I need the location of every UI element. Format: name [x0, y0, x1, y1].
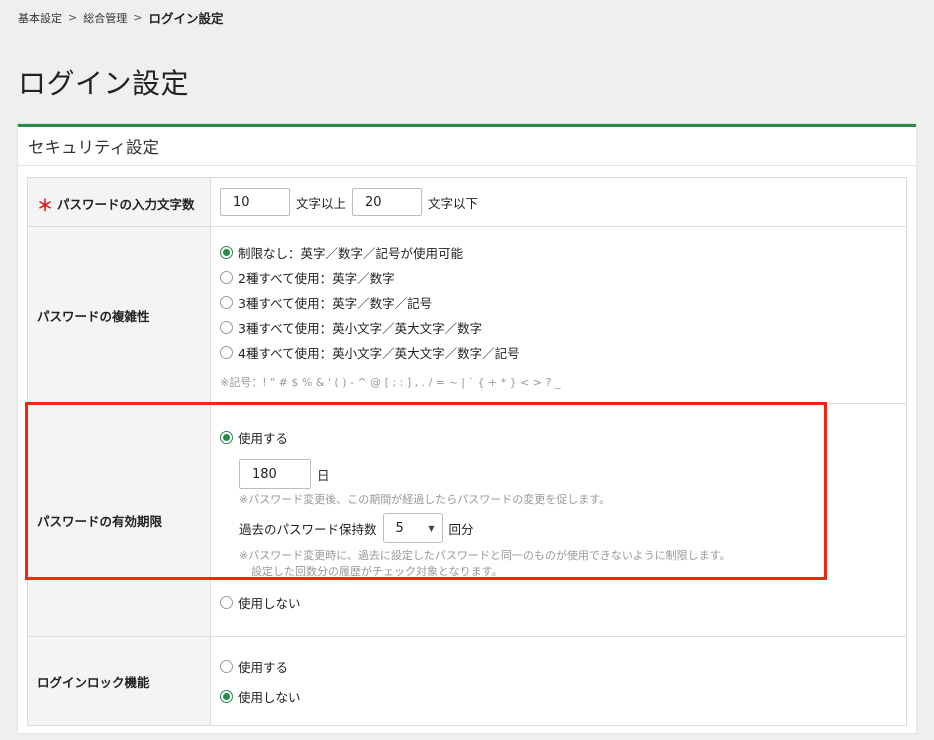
expiration-days-input[interactable]	[239, 459, 311, 489]
breadcrumb-separator: >	[68, 11, 78, 24]
password-length-label: パスワードの入力文字数	[57, 197, 195, 212]
expiration-not-use-option[interactable]: 使用しない	[220, 590, 905, 615]
history-count-unit: 回分	[448, 521, 474, 537]
radio-unchecked-icon[interactable]	[220, 320, 233, 334]
page-title: ログイン設定	[18, 67, 190, 100]
history-count-label: 過去のパスワード保持数	[239, 521, 377, 537]
password-expiration-label: パスワードの有効期限	[27, 403, 211, 637]
radio-checked-icon[interactable]	[220, 689, 233, 703]
min-length-input[interactable]	[220, 188, 290, 216]
radio-checked-icon[interactable]	[220, 245, 233, 259]
expiration-use-label: 使用する	[238, 431, 289, 446]
history-note-1: ※パスワード変更時に、過去に設定したパスワードと同一のものが使用できないように制…	[239, 549, 731, 562]
breadcrumb-separator: >	[133, 11, 143, 24]
password-length-value-cell: 文字以上 文字以下	[210, 177, 907, 227]
radio-checked-icon[interactable]	[220, 431, 233, 444]
settings-table: ＊パスワードの入力文字数 文字以上 文字以下 パスワードの複雑性 制限なし：英字…	[27, 177, 907, 726]
required-mark: ＊	[37, 196, 54, 215]
password-complexity-label: パスワードの複雑性	[27, 226, 211, 404]
login-lock-use-option[interactable]: 使用する	[220, 651, 905, 681]
breadcrumb: 基本設定 > 総合管理 > ログイン設定	[18, 8, 223, 27]
max-length-input[interactable]	[352, 188, 423, 216]
login-lock-not-use-option[interactable]: 使用しない	[220, 681, 905, 711]
login-lock-value-cell: 使用する 使用しない	[210, 636, 907, 726]
complexity-option-4types[interactable]: 4種すべて使用：英小文字／英大文字／数字／記号	[220, 340, 905, 365]
expiration-not-use-label: 使用しない	[238, 596, 301, 611]
radio-unchecked-icon[interactable]	[220, 659, 233, 673]
min-length-suffix: 文字以上	[296, 195, 347, 211]
breadcrumb-item-general-management[interactable]: 総合管理	[83, 10, 127, 26]
history-count-select[interactable]: 5 ▼	[382, 513, 443, 543]
password-complexity-row: パスワードの複雑性 制限なし：英字／数字／記号が使用可能 2種すべて使用：英字／…	[27, 226, 907, 404]
history-count-value: 5	[395, 520, 404, 536]
expiration-use-option[interactable]: 使用する	[220, 425, 905, 450]
radio-unchecked-icon[interactable]	[220, 295, 233, 309]
symbol-note: ※記号：! " # $ % & ' ( ) - ^ @ [ ; : ] , . …	[220, 375, 561, 389]
complexity-option-label: 2種すべて使用：英字／数字	[238, 270, 395, 286]
radio-unchecked-icon[interactable]	[220, 345, 233, 359]
complexity-option-label: 4種すべて使用：英小文字／英大文字／数字／記号	[238, 345, 520, 361]
expiration-days-note: ※パスワード変更後、この期間が経過したらパスワードの変更を促します。	[239, 493, 611, 506]
complexity-option-none[interactable]: 制限なし：英字／数字／記号が使用可能	[220, 240, 905, 265]
breadcrumb-current: ログイン設定	[148, 11, 224, 26]
password-expiration-value-cell: 使用する 日 ※パスワード変更後、この期間が経過したらパスワードの変更を促します…	[210, 403, 907, 637]
panel-title: セキュリティ設定	[18, 127, 916, 166]
complexity-option-label: 3種すべて使用：英小文字／英大文字／数字	[238, 320, 483, 336]
breadcrumb-item-basic-settings[interactable]: 基本設定	[18, 10, 62, 26]
password-length-label-cell: ＊パスワードの入力文字数	[27, 177, 211, 227]
password-length-row: ＊パスワードの入力文字数 文字以上 文字以下	[27, 177, 907, 227]
login-lock-label: ログインロック機能	[27, 636, 211, 726]
password-expiration-row: パスワードの有効期限 使用する 日 ※パスワード変更後、この期間が経過したらパス…	[27, 403, 907, 637]
dropdown-caret-icon: ▼	[428, 523, 435, 533]
password-complexity-value-cell: 制限なし：英字／数字／記号が使用可能 2種すべて使用：英字／数字 3種すべて使用…	[210, 226, 907, 404]
complexity-option-3types-case[interactable]: 3種すべて使用：英小文字／英大文字／数字	[220, 315, 905, 340]
login-lock-use-label: 使用する	[238, 659, 289, 675]
expiration-days-unit: 日	[317, 467, 330, 483]
complexity-option-3types-symbol[interactable]: 3種すべて使用：英字／数字／記号	[220, 290, 905, 315]
complexity-option-label: 3種すべて使用：英字／数字／記号	[238, 295, 433, 311]
complexity-option-label: 制限なし：英字／数字／記号が使用可能	[238, 245, 464, 261]
radio-unchecked-icon[interactable]	[220, 270, 233, 284]
login-lock-not-use-label: 使用しない	[238, 689, 301, 705]
history-note-2: 設定した回数分の履歴がチェック対象となります。	[251, 565, 503, 578]
max-length-suffix: 文字以下	[428, 195, 479, 211]
complexity-option-2types[interactable]: 2種すべて使用：英字／数字	[220, 265, 905, 290]
radio-unchecked-icon[interactable]	[220, 596, 233, 609]
login-lock-row: ログインロック機能 使用する 使用しない	[27, 636, 907, 726]
security-settings-panel: セキュリティ設定 ＊パスワードの入力文字数 文字以上 文字以下 パスワードの複雑…	[18, 124, 916, 733]
